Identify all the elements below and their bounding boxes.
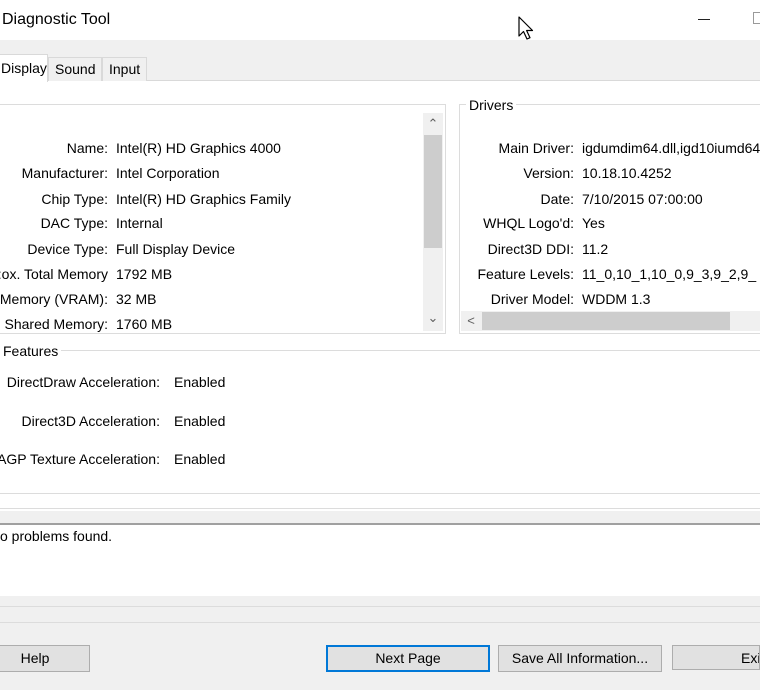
save-all-information-button[interactable]: Save All Information... bbox=[498, 645, 662, 672]
exit-button[interactable]: Exit bbox=[672, 645, 760, 670]
manufacturer-value: Intel Corporation bbox=[116, 165, 220, 181]
title-bar bbox=[0, 0, 760, 40]
tab-sound[interactable]: Sound bbox=[48, 57, 103, 81]
main-driver-value: igdumdim64.dll,igd10iumd64. bbox=[582, 140, 760, 156]
total-memory-label: ox. Total Memory: bbox=[0, 266, 108, 282]
window-title: Diagnostic Tool bbox=[2, 11, 111, 28]
chip-type-value: Intel(R) HD Graphics Family bbox=[116, 191, 292, 207]
dac-type-label: DAC Type: bbox=[40, 215, 108, 231]
driver-version-label: Version: bbox=[523, 165, 574, 181]
driver-model-value: WDDM 1.3 bbox=[582, 291, 651, 307]
features-group-title: Features bbox=[0, 343, 62, 359]
maximize-icon[interactable] bbox=[753, 12, 760, 24]
direct3d-ddi-label: Direct3D DDI: bbox=[487, 241, 574, 257]
footer-separator-top bbox=[0, 606, 760, 607]
vram-value: 32 MB bbox=[116, 291, 157, 307]
device-name-label: Name: bbox=[66, 140, 108, 156]
tab-input[interactable]: Input bbox=[102, 57, 148, 81]
help-button-label: Help bbox=[20, 650, 50, 666]
direct3d-value: Enabled bbox=[174, 413, 226, 429]
vram-label: Memory (VRAM): bbox=[0, 291, 108, 307]
directdraw-label: DirectDraw Acceleration: bbox=[6, 374, 160, 390]
tab-display[interactable]: Display bbox=[0, 54, 48, 82]
whql-value: Yes bbox=[582, 215, 605, 231]
agp-texture-value: Enabled bbox=[174, 451, 226, 467]
feature-levels-label: Feature Levels: bbox=[477, 266, 575, 282]
shared-memory-value: 1760 MB bbox=[116, 316, 173, 332]
notes-text: o problems found. bbox=[0, 528, 113, 544]
driver-date-label: Date: bbox=[540, 191, 574, 207]
help-button[interactable]: Help bbox=[0, 645, 90, 672]
driver-date-value: 7/10/2015 07:00:00 bbox=[582, 191, 703, 207]
device-scroll-thumb[interactable] bbox=[424, 135, 442, 248]
dac-type-value: Internal bbox=[116, 215, 163, 231]
direct3d-ddi-value: 11.2 bbox=[582, 241, 609, 257]
driver-version-value: 10.18.10.4252 bbox=[582, 165, 672, 181]
whql-label: WHQL Logo'd: bbox=[483, 215, 574, 231]
chip-type-label: Chip Type: bbox=[41, 191, 108, 207]
direct3d-label: Direct3D Acceleration: bbox=[21, 413, 160, 429]
next-page-button[interactable]: Next Page bbox=[326, 645, 490, 672]
device-type-label: Device Type: bbox=[27, 241, 108, 257]
mouse-pointer-icon bbox=[518, 16, 534, 40]
scroll-down-arrow-icon[interactable]: ⌄ bbox=[423, 308, 443, 328]
scroll-up-arrow-icon[interactable]: ⌃ bbox=[423, 114, 443, 134]
drivers-scroll-thumb[interactable] bbox=[482, 312, 730, 330]
notes-box[interactable] bbox=[0, 523, 760, 596]
drivers-group-title: Drivers bbox=[466, 97, 517, 113]
device-type-value: Full Display Device bbox=[116, 241, 236, 257]
shared-memory-label: Shared Memory: bbox=[4, 316, 108, 332]
feature-levels-value: 11_0,10_1,10_0,9_3,9_2,9_ bbox=[582, 266, 757, 282]
total-memory-value: 1792 MB bbox=[116, 266, 173, 282]
footer-separator-bottom bbox=[0, 622, 760, 623]
notes-separator bbox=[0, 508, 760, 509]
agp-texture-label: AGP Texture Acceleration: bbox=[0, 451, 160, 467]
directdraw-value: Enabled bbox=[174, 374, 226, 390]
device-name-value: Intel(R) HD Graphics 4000 bbox=[116, 140, 281, 156]
manufacturer-label: Manufacturer: bbox=[21, 165, 108, 181]
minimize-icon[interactable] bbox=[696, 4, 716, 34]
scroll-left-arrow-icon[interactable]: < bbox=[461, 311, 481, 331]
driver-model-label: Driver Model: bbox=[490, 291, 574, 307]
main-driver-label: Main Driver: bbox=[498, 140, 574, 156]
